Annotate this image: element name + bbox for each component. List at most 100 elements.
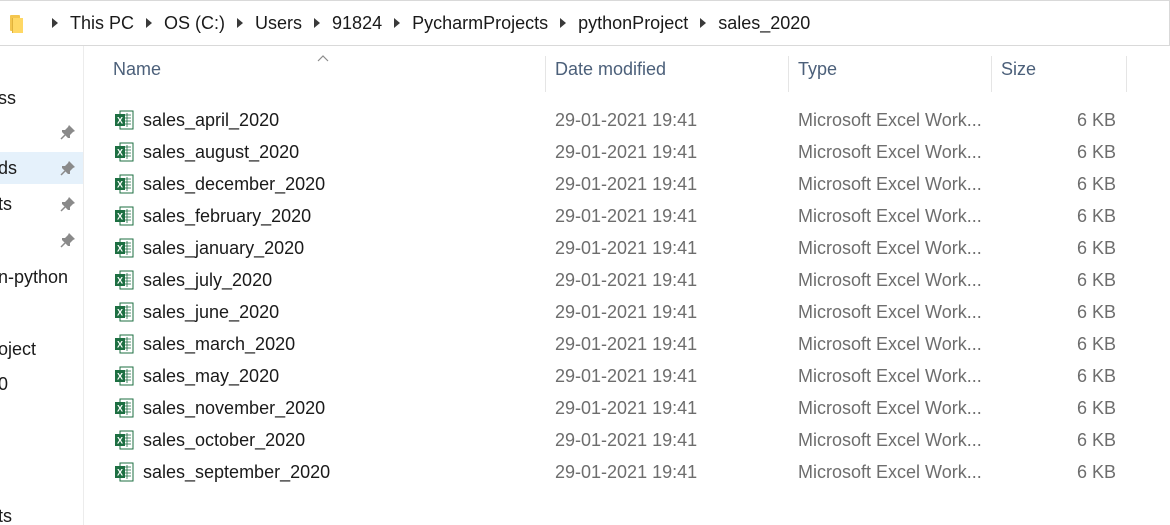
folder-icon — [8, 13, 26, 33]
nav-item-label: ts — [0, 193, 13, 214]
column-divider[interactable] — [788, 56, 789, 92]
column-header-size[interactable]: Size — [1001, 46, 1121, 92]
file-row[interactable]: X sales_january_2020 29-01-2021 19:41 Mi… — [85, 232, 1170, 264]
nav-item[interactable] — [0, 224, 83, 256]
column-divider[interactable] — [991, 56, 992, 92]
svg-text:X: X — [117, 308, 123, 318]
excel-file-icon: X — [115, 334, 134, 354]
nav-item[interactable]: 0 — [0, 368, 83, 400]
file-type: Microsoft Excel Work... — [798, 109, 982, 130]
breadcrumb-item-91824[interactable]: 91824 — [332, 13, 382, 34]
file-size: 6 KB — [1076, 141, 1116, 162]
nav-item-label: 0 — [0, 374, 8, 395]
svg-text:X: X — [117, 276, 123, 286]
pin-icon[interactable] — [60, 160, 76, 176]
nav-item-label: ss — [0, 87, 16, 108]
file-size: 6 KB — [1076, 205, 1116, 226]
file-row[interactable]: X sales_october_2020 29-01-2021 19:41 Mi… — [85, 424, 1170, 456]
file-size: 6 KB — [1076, 109, 1116, 130]
breadcrumb-item-pythonproject[interactable]: pythonProject — [578, 13, 688, 34]
column-divider[interactable] — [1126, 56, 1127, 92]
file-date-modified: 29-01-2021 19:41 — [555, 365, 698, 386]
svg-text:X: X — [117, 180, 123, 190]
file-name: sales_june_2020 — [143, 301, 280, 322]
nav-item-label: ts — [0, 505, 13, 525]
chevron-right-icon[interactable] — [134, 0, 164, 46]
navigation-pane[interactable]: ss ds ts n-python oject 0 ts — [0, 46, 84, 525]
file-name: sales_february_2020 — [143, 205, 312, 226]
chevron-right-icon[interactable] — [382, 0, 412, 46]
breadcrumb-item-this-pc[interactable]: This PC — [70, 13, 134, 34]
svg-text:X: X — [117, 244, 123, 254]
file-row[interactable]: X sales_november_2020 29-01-2021 19:41 M… — [85, 392, 1170, 424]
file-row[interactable]: X sales_september_2020 29-01-2021 19:41 … — [85, 456, 1170, 488]
file-name: sales_may_2020 — [143, 365, 280, 386]
file-type: Microsoft Excel Work... — [798, 461, 982, 482]
file-date-modified: 29-01-2021 19:41 — [555, 461, 698, 482]
file-row[interactable]: X sales_april_2020 29-01-2021 19:41 Micr… — [85, 104, 1170, 136]
file-row[interactable]: X sales_march_2020 29-01-2021 19:41 Micr… — [85, 328, 1170, 360]
file-row[interactable]: X sales_august_2020 29-01-2021 19:41 Mic… — [85, 136, 1170, 168]
file-row[interactable]: X sales_december_2020 29-01-2021 19:41 M… — [85, 168, 1170, 200]
chevron-right-icon[interactable] — [688, 0, 718, 46]
breadcrumb: This PC OS (C:) Users 91824 PycharmProje… — [8, 0, 810, 46]
file-list: X sales_april_2020 29-01-2021 19:41 Micr… — [85, 104, 1170, 488]
chevron-right-icon[interactable] — [40, 0, 70, 46]
file-type: Microsoft Excel Work... — [798, 333, 982, 354]
file-size: 6 KB — [1076, 365, 1116, 386]
pin-icon[interactable] — [60, 232, 76, 248]
file-size: 6 KB — [1076, 333, 1116, 354]
file-type: Microsoft Excel Work... — [798, 141, 982, 162]
column-header-name[interactable]: Name — [113, 46, 543, 92]
svg-text:X: X — [117, 212, 123, 222]
file-date-modified: 29-01-2021 19:41 — [555, 109, 698, 130]
breadcrumb-item-os-c[interactable]: OS (C:) — [164, 13, 225, 34]
pin-icon[interactable] — [60, 196, 76, 212]
file-size: 6 KB — [1076, 173, 1116, 194]
breadcrumb-item-users[interactable]: Users — [255, 13, 302, 34]
column-divider[interactable] — [545, 56, 546, 92]
nav-item[interactable]: n-python — [0, 261, 83, 293]
column-header-row: Name Date modified Type Size — [85, 46, 1170, 104]
breadcrumb-item-pycharmprojects[interactable]: PycharmProjects — [412, 13, 548, 34]
chevron-right-icon[interactable] — [548, 0, 578, 46]
file-date-modified: 29-01-2021 19:41 — [555, 333, 698, 354]
svg-text:X: X — [117, 404, 123, 414]
svg-text:X: X — [117, 436, 123, 446]
address-bar[interactable]: This PC OS (C:) Users 91824 PycharmProje… — [0, 0, 1170, 46]
pin-icon[interactable] — [60, 124, 76, 140]
svg-text:X: X — [117, 148, 123, 158]
file-name: sales_november_2020 — [143, 397, 326, 418]
file-row[interactable]: X sales_july_2020 29-01-2021 19:41 Micro… — [85, 264, 1170, 296]
nav-item[interactable]: ts — [0, 188, 83, 220]
file-date-modified: 29-01-2021 19:41 — [555, 429, 698, 450]
file-type: Microsoft Excel Work... — [798, 397, 982, 418]
excel-file-icon: X — [115, 270, 134, 290]
chevron-right-icon[interactable] — [225, 0, 255, 46]
file-row[interactable]: X sales_february_2020 29-01-2021 19:41 M… — [85, 200, 1170, 232]
file-row[interactable]: X sales_june_2020 29-01-2021 19:41 Micro… — [85, 296, 1170, 328]
file-type: Microsoft Excel Work... — [798, 365, 982, 386]
svg-text:X: X — [117, 468, 123, 478]
nav-item-selected[interactable]: ds — [0, 152, 83, 184]
excel-file-icon: X — [115, 110, 134, 130]
file-name: sales_july_2020 — [143, 269, 273, 290]
file-date-modified: 29-01-2021 19:41 — [555, 269, 698, 290]
nav-item[interactable]: ts — [0, 500, 83, 525]
file-row[interactable]: X sales_may_2020 29-01-2021 19:41 Micros… — [85, 360, 1170, 392]
nav-item[interactable]: ss — [0, 82, 83, 114]
file-name: sales_september_2020 — [143, 461, 331, 482]
chevron-right-icon[interactable] — [302, 0, 332, 46]
file-type: Microsoft Excel Work... — [798, 205, 982, 226]
nav-item-label: oject — [0, 338, 37, 359]
nav-item[interactable]: oject — [0, 333, 83, 365]
excel-file-icon: X — [115, 174, 134, 194]
file-date-modified: 29-01-2021 19:41 — [555, 141, 698, 162]
file-type: Microsoft Excel Work... — [798, 429, 982, 450]
file-date-modified: 29-01-2021 19:41 — [555, 301, 698, 322]
file-name: sales_december_2020 — [143, 173, 326, 194]
column-header-date-modified[interactable]: Date modified — [555, 46, 785, 92]
nav-item[interactable] — [0, 116, 83, 148]
breadcrumb-item-sales-2020[interactable]: sales_2020 — [718, 13, 810, 34]
column-header-type[interactable]: Type — [798, 46, 988, 92]
